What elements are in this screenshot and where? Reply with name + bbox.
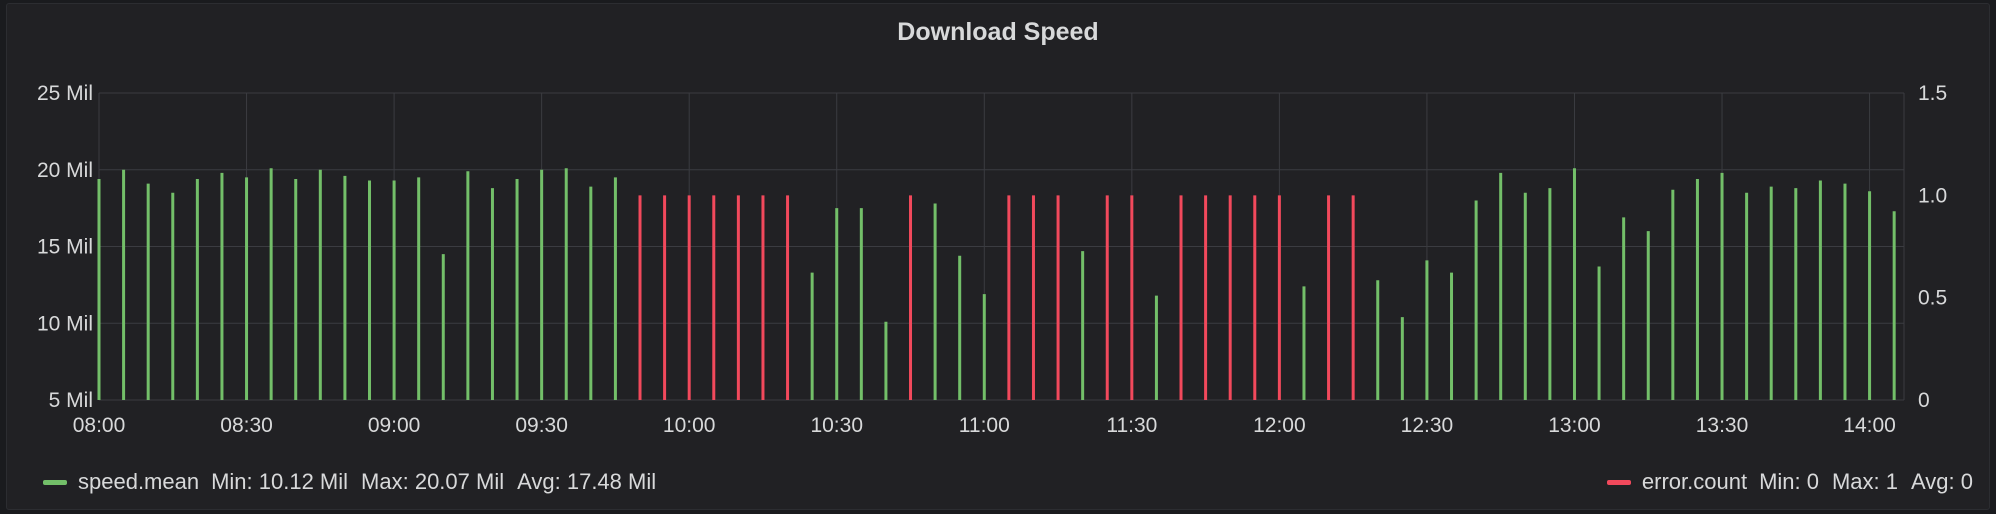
y-left-tick-label: 5 Mil [49, 389, 93, 412]
x-tick-label: 12:30 [1401, 414, 1454, 437]
y-right-tick-label: 1.0 [1918, 184, 1947, 207]
legend-error-count[interactable]: error.count Min: 0 Max: 1 Avg: 0 [1606, 467, 1973, 497]
legend-avg: Avg: 17.48 Mil [517, 469, 657, 494]
legend-max: Max: 1 [1831, 469, 1899, 494]
legend-series-name[interactable]: error.count [1642, 469, 1747, 495]
legend-speed-mean[interactable]: speed.mean Min: 10.12 Mil Max: 20.07 Mil… [43, 467, 656, 497]
y-right-tick-label: 0 [1918, 389, 1930, 412]
x-tick-label: 10:00 [663, 414, 716, 437]
legend-swatch-speed-mean [43, 479, 67, 485]
x-tick-label: 14:00 [1843, 414, 1896, 437]
chart-panel: Download Speed 5 Mil 10 Mil 15 Mil 20 Mil 25… [6, 3, 1990, 510]
legend-min: Min: 0 [1759, 469, 1819, 494]
x-tick-label: 08:00 [73, 414, 126, 437]
y-axis-left: 5 Mil 10 Mil 15 Mil 20 Mil 25 Mil [37, 82, 93, 412]
legend-max: Max: 20.07 Mil [361, 469, 505, 494]
x-tick-label: 10:30 [810, 414, 863, 437]
legend-min: Min: 10.12 Mil [211, 469, 349, 494]
series-bars [97, 168, 1896, 400]
x-tick-label: 09:00 [368, 414, 421, 437]
legend-avg: Avg: 0 [1911, 469, 1973, 494]
x-tick-label: 08:30 [220, 414, 273, 437]
x-tick-label: 12:00 [1253, 414, 1306, 437]
x-tick-label: 13:30 [1696, 414, 1749, 437]
y-left-tick-label: 15 Mil [37, 236, 93, 259]
x-tick-label: 11:30 [1106, 414, 1157, 437]
x-tick-label: 11:00 [959, 414, 1010, 437]
y-right-tick-label: 0.5 [1918, 287, 1947, 310]
y-right-tick-label: 1.5 [1918, 82, 1947, 105]
legend-swatch-error-count [1606, 479, 1631, 485]
x-tick-label: 09:30 [515, 414, 568, 437]
y-left-tick-label: 20 Mil [37, 159, 93, 182]
x-tick-label: 13:00 [1548, 414, 1601, 437]
y-axis-right: 0 0.5 1.0 1.5 [1918, 82, 1947, 412]
y-left-tick-label: 25 Mil [37, 82, 93, 105]
x-axis: 08:00 08:30 09:00 09:30 10:00 10:30 11:00 11:30… [73, 414, 1896, 437]
legend-series-name[interactable]: speed.mean [78, 469, 199, 495]
chart-area[interactable]: 5 Mil 10 Mil 15 Mil 20 Mil 25 Mil 0 0.5 1.0 1.5… [7, 4, 1991, 474]
y-left-tick-label: 10 Mil [37, 312, 93, 335]
